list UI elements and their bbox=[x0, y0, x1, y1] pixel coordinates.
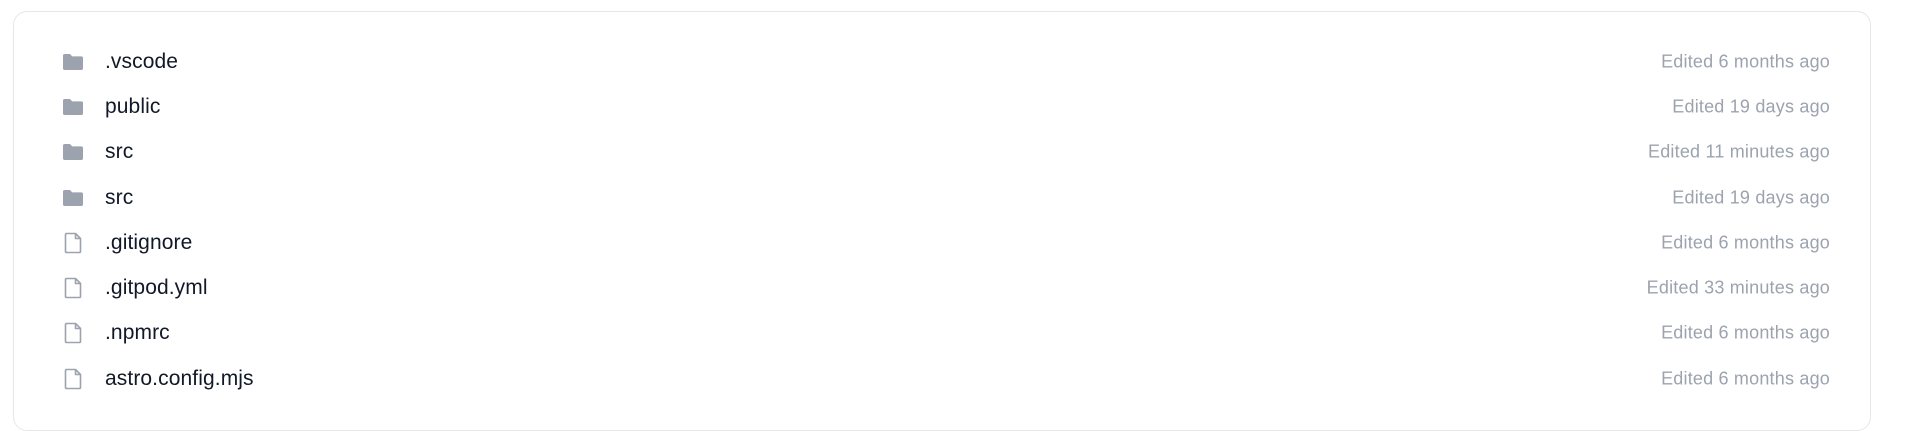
file-browser-panel: .vscode Edited 6 months ago public Edite… bbox=[13, 11, 1871, 431]
file-icon bbox=[61, 276, 85, 300]
file-name[interactable]: src bbox=[105, 140, 133, 164]
edited-time: Edited 6 months ago bbox=[1661, 368, 1830, 389]
file-row-astro-config[interactable]: astro.config.mjs Edited 6 months ago bbox=[14, 356, 1870, 401]
folder-row-src[interactable]: src Edited 19 days ago bbox=[14, 175, 1870, 220]
edited-time: Edited 6 months ago bbox=[1661, 232, 1830, 253]
file-icon bbox=[61, 367, 85, 391]
file-name[interactable]: .gitignore bbox=[105, 231, 192, 255]
edited-time: Edited 6 months ago bbox=[1661, 322, 1830, 343]
file-icon bbox=[61, 321, 85, 345]
file-row-gitignore[interactable]: .gitignore Edited 6 months ago bbox=[14, 220, 1870, 265]
file-name[interactable]: .gitpod.yml bbox=[105, 276, 208, 300]
folder-icon bbox=[61, 50, 85, 74]
file-name[interactable]: src bbox=[105, 186, 133, 210]
file-name[interactable]: astro.config.mjs bbox=[105, 367, 254, 391]
edited-time: Edited 33 minutes ago bbox=[1646, 277, 1830, 298]
folder-icon bbox=[61, 95, 85, 119]
file-row-npmrc[interactable]: .npmrc Edited 6 months ago bbox=[14, 311, 1870, 356]
edited-time: Edited 19 days ago bbox=[1672, 96, 1830, 117]
edited-time: Edited 19 days ago bbox=[1672, 187, 1830, 208]
folder-row-vscode[interactable]: .vscode Edited 6 months ago bbox=[14, 39, 1870, 84]
edited-time: Edited 11 minutes ago bbox=[1648, 141, 1830, 162]
edited-time: Edited 6 months ago bbox=[1661, 51, 1830, 72]
folder-icon bbox=[61, 140, 85, 164]
file-name[interactable]: public bbox=[105, 95, 160, 119]
folder-row-src[interactable]: src Edited 11 minutes ago bbox=[14, 130, 1870, 175]
folder-icon bbox=[61, 186, 85, 210]
file-list: .vscode Edited 6 months ago public Edite… bbox=[14, 39, 1870, 401]
file-name[interactable]: .npmrc bbox=[105, 321, 170, 345]
file-row-gitpod[interactable]: .gitpod.yml Edited 33 minutes ago bbox=[14, 265, 1870, 310]
file-icon bbox=[61, 231, 85, 255]
file-name[interactable]: .vscode bbox=[105, 50, 178, 74]
folder-row-public[interactable]: public Edited 19 days ago bbox=[14, 84, 1870, 129]
